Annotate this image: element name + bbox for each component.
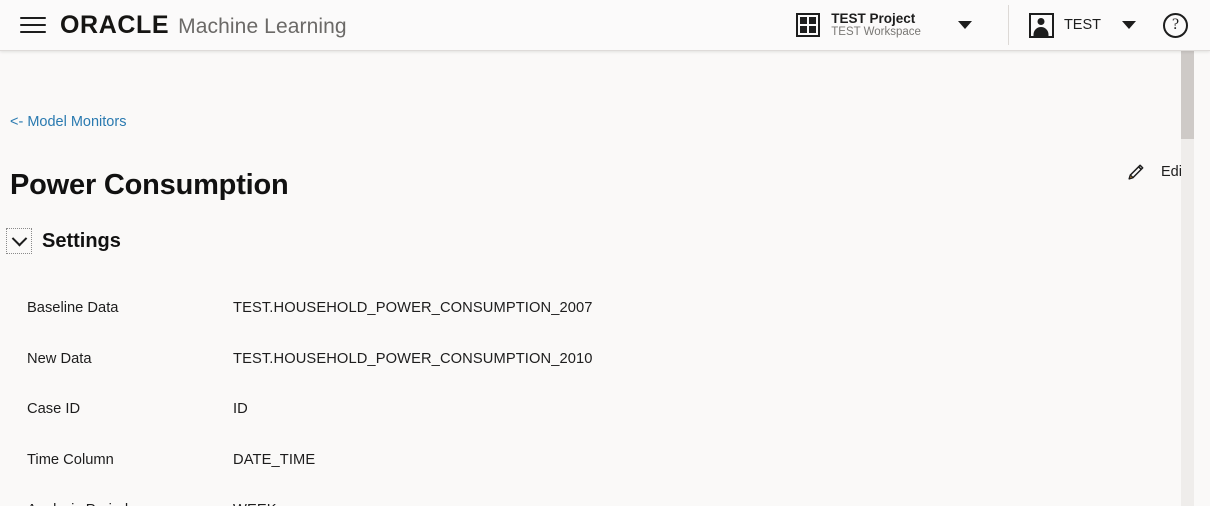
hamburger-menu-icon[interactable] (20, 15, 46, 35)
grid-cell (800, 16, 808, 24)
project-name: TEST Project (831, 10, 916, 26)
help-question-icon[interactable]: ? (1163, 12, 1188, 38)
settings-collapse-toggle[interactable] (6, 228, 32, 254)
setting-label: New Data (27, 350, 92, 367)
edit-button[interactable]: Edit (1125, 161, 1186, 183)
setting-value: TEST.HOUSEHOLD_POWER_CONSUMPTION_2007 (233, 300, 593, 317)
brand-product-text: Machine Learning (178, 14, 347, 38)
brand-logo[interactable]: ORACLE Machine Learning (60, 11, 347, 40)
header-divider (1007, 5, 1009, 45)
setting-value: TEST.HOUSEHOLD_POWER_CONSUMPTION_2010 (233, 350, 593, 367)
pencil-edit-icon (1125, 161, 1147, 183)
page-content: <- Model Monitors Power Consumption Edit… (0, 51, 1210, 506)
grid-cell (800, 25, 808, 33)
project-workspace: TEST Workspace (831, 26, 921, 39)
setting-value: ID (233, 401, 248, 418)
chevron-down-icon (11, 230, 27, 246)
project-selector[interactable]: TEST Project TEST Workspace (790, 8, 978, 43)
setting-row: Time Column DATE_TIME (0, 435, 1175, 486)
setting-row: Baseline Data TEST.HOUSEHOLD_POWER_CONSU… (0, 283, 1175, 334)
hamburger-line (20, 31, 46, 33)
user-name: TEST (1063, 17, 1101, 33)
settings-section-header[interactable]: Settings (6, 228, 121, 254)
setting-label: Case ID (27, 401, 81, 418)
user-badge-icon (1028, 12, 1054, 38)
vertical-scrollbar-thumb[interactable] (1181, 51, 1194, 139)
settings-list: Baseline Data TEST.HOUSEHOLD_POWER_CONSU… (0, 283, 1175, 506)
user-menu[interactable]: TEST (1028, 12, 1136, 38)
settings-title: Settings (42, 229, 121, 252)
brand-oracle-text: ORACLE (60, 10, 170, 39)
grid-cell (809, 16, 817, 24)
grid-apps-icon (796, 12, 821, 37)
setting-value: DATE_TIME (233, 451, 316, 468)
project-text: TEST Project TEST Workspace (831, 11, 921, 40)
setting-value: WEEK (233, 502, 277, 506)
user-chevron-down-icon[interactable] (1122, 21, 1136, 29)
setting-label: Time Column (27, 451, 114, 468)
setting-label: Baseline Data (27, 300, 119, 317)
project-chevron-down-icon[interactable] (957, 20, 972, 29)
vertical-scrollbar-track[interactable] (1181, 51, 1194, 506)
page-title: Power Consumption (10, 169, 289, 201)
grid-cell (809, 25, 817, 33)
hamburger-line (20, 24, 46, 26)
app-header: ORACLE Machine Learning TEST Project TES… (0, 0, 1210, 51)
setting-row: Analysis Period WEEK (0, 485, 1175, 506)
hamburger-line (20, 17, 46, 19)
setting-label: Analysis Period (0, 502, 233, 506)
setting-row: New Data TEST.HOUSEHOLD_POWER_CONSUMPTIO… (0, 334, 1175, 385)
setting-row: Case ID ID (0, 384, 1175, 435)
breadcrumb-back-model-monitors[interactable]: <- Model Monitors (10, 114, 126, 130)
